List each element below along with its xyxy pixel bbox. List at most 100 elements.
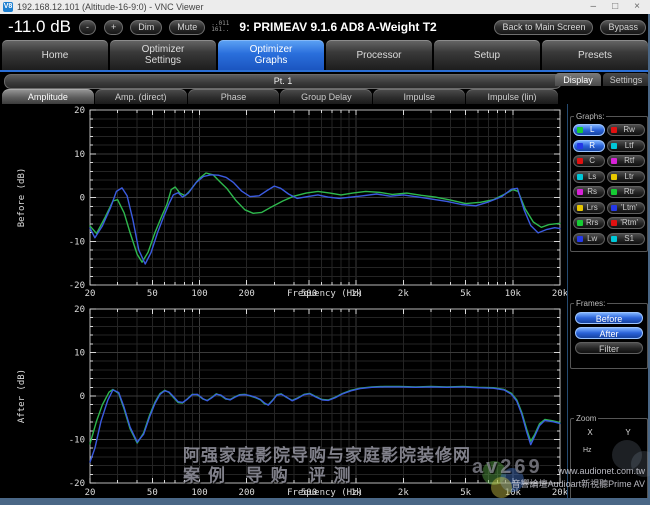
svg-text:20: 20 [85,488,96,498]
frame-button-filter[interactable]: Filter [575,342,643,354]
right-panel: Graphs: LRC Ls Rs Lrs Rrs Lw Rw Ltf Rtf Ltr Rtr 'Lt… [568,104,650,498]
tab-label: Presets [578,50,612,61]
channel-button-ls[interactable]: Ls [573,171,605,183]
bypass-button[interactable]: Bypass [600,20,646,35]
svg-text:20: 20 [74,305,85,315]
after-chart: 20100-10-2020501002005001k2k5k10k20kFreq… [0,299,568,498]
svg-text:5k: 5k [460,488,471,498]
vnc-logo-icon: V8 [3,2,13,12]
tab-display[interactable]: Display [555,73,601,86]
channel-label: Rw [617,126,641,134]
window-title: 192.168.12.101 (Altitude-16-9:0) - VNC V… [17,2,203,12]
channel-label: Rtr [617,188,641,196]
channel-label: Rs [583,188,601,196]
svg-text:10: 10 [74,150,85,160]
zoom-panel: Zoom X Y Hz [570,418,648,500]
channel-label: Ltf [617,142,641,150]
back-to-main-button[interactable]: Back to Main Screen [494,20,593,35]
channel-button-ltr[interactable]: Ltr [607,171,645,183]
svg-text:20: 20 [85,289,96,299]
tab-optimizer-settings[interactable]: Optimizer Settings [110,40,216,70]
tab-processor[interactable]: Processor [326,40,432,70]
volume-down-button[interactable]: - [79,20,96,35]
subtab-phase[interactable]: Phase [188,89,280,104]
status-readout: ..011 161.. [211,21,229,33]
channel-button-r[interactable]: R [573,140,605,152]
channel-label: Ls [583,173,601,181]
tab-setup[interactable]: Setup [434,40,540,70]
minimize-icon[interactable]: – [591,2,597,12]
channel-label: S1 [617,235,641,243]
channel-button-c[interactable]: C [573,155,605,167]
dim-button[interactable]: Dim [130,20,162,35]
channel-button-ltf[interactable]: Ltf [607,140,645,152]
frame-button-before[interactable]: Before [575,312,643,324]
vnc-titlebar: V8 192.168.12.101 (Altitude-16-9:0) - VN… [0,0,650,14]
main-tabbar: Home Optimizer Settings Optimizer Graphs Pr… [0,40,650,70]
graph-type-tabs: AmplitudeAmp. (direct)PhaseGroup DelayIm… [0,89,560,104]
tab-optimizer-graphs[interactable]: Optimizer Graphs [218,40,324,70]
channel-label: C [583,157,601,165]
svg-text:50: 50 [147,488,158,498]
svg-text:20: 20 [74,106,85,116]
subtab-impulse[interactable]: Impulse [373,89,465,104]
svg-text:100: 100 [191,488,207,498]
svg-text:-10: -10 [69,436,85,446]
tab-home[interactable]: Home [2,40,108,70]
close-icon[interactable]: × [634,2,640,12]
maximize-icon[interactable]: □ [612,2,618,12]
channel-button-rtf[interactable]: Rtf [607,155,645,167]
tab-label: Setup [474,50,500,61]
channel-label: 'Ltm' [617,204,641,212]
channel-label: Rrs [583,219,601,227]
zoom-panel-title: Zoom [574,414,598,423]
frames-panel: Frames: BeforeAfterFilter [570,303,648,369]
graphs-panel: Graphs: LRCLsRsLrsRrsLwRwLtfRtfLtrRtr'Lt… [570,116,648,252]
volume-up-button[interactable]: + [104,20,123,35]
vnc-window: V8 192.168.12.101 (Altitude-16-9:0) - VN… [0,0,650,505]
subtab-amplitude[interactable]: Amplitude [2,89,94,104]
svg-text:2k: 2k [398,289,409,299]
channel-label: L [583,126,601,134]
svg-text:-10: -10 [69,237,85,247]
channel-button-l[interactable]: L [573,124,605,136]
tab-label: Home [42,50,69,61]
svg-text:5k: 5k [460,289,471,299]
mute-button[interactable]: Mute [169,20,205,35]
point-selector[interactable]: Pt. 1 [4,74,562,89]
frames-panel-title: Frames: [574,299,607,308]
tab-label: Optimizer Graphs [236,44,306,66]
channel-button-rtm[interactable]: 'Rtm' [607,217,645,229]
subtab-amp-direct[interactable]: Amp. (direct) [95,89,187,104]
channel-button-s1[interactable]: S1 [607,233,645,245]
frame-button-after[interactable]: After [575,327,643,339]
before-chart: 20100-10-2020501002005001k2k5k10k20kFreq… [0,104,568,299]
subtab-impulse-lin[interactable]: Impulse (lin) [466,89,558,104]
preset-title: 9: PRIMEAV 9.1.6 AD8 A-Weight T2 [239,20,436,34]
svg-text:-20: -20 [69,281,85,291]
svg-text:2k: 2k [398,488,409,498]
channel-button-lrs[interactable]: Lrs [573,202,605,214]
svg-text:20k: 20k [552,289,568,299]
channel-button-rs[interactable]: Rs [573,186,605,198]
window-bottom-border [0,498,650,505]
tab-presets[interactable]: Presets [542,40,648,70]
tab-settings[interactable]: Settings [603,73,649,86]
svg-text:200: 200 [239,289,255,299]
svg-text:-20: -20 [69,479,85,489]
channel-button-lw[interactable]: Lw [573,233,605,245]
channel-button-rtr[interactable]: Rtr [607,186,645,198]
channel-button-rrs[interactable]: Rrs [573,217,605,229]
subtab-group-delay[interactable]: Group Delay [280,89,372,104]
svg-text:0: 0 [80,194,85,204]
channel-button-rw[interactable]: Rw [607,124,645,136]
tab-label: Optimizer Settings [128,44,198,66]
svg-text:Frequency (Hz): Frequency (Hz) [287,289,363,299]
volume-readout: -11.0 dB [8,17,71,37]
svg-text:Before (dB): Before (dB) [17,168,27,228]
channel-label: R [583,142,601,150]
graphs-panel-title: Graphs: [574,112,606,121]
point-row: Pt. 1 Display Settings [0,72,650,89]
channel-button-ltm[interactable]: 'Ltm' [607,202,645,214]
tab-label: Processor [356,50,401,61]
